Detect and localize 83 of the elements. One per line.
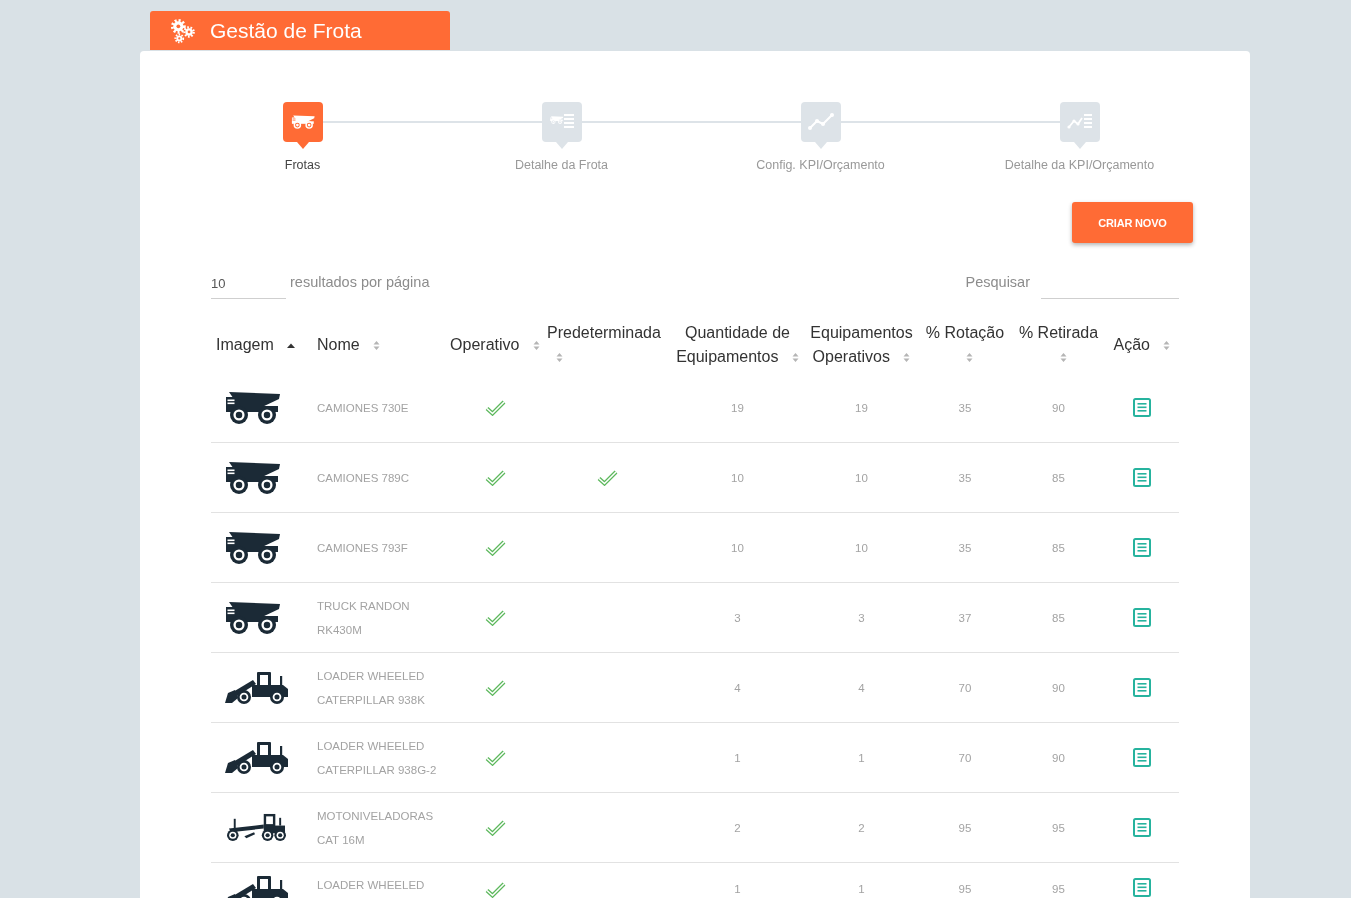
page-size-label: resultados por página	[290, 273, 430, 292]
dump-truck-icon[interactable]	[282, 102, 323, 149]
sort-icon[interactable]	[373, 340, 381, 352]
rotation-percent: 95	[958, 821, 972, 834]
column-header[interactable]: Equipamentos Operativos	[805, 317, 918, 373]
wheel-loader-icon	[225, 741, 289, 774]
sort-icon[interactable]	[556, 352, 563, 364]
operative-count: 1	[858, 883, 865, 895]
equipment-count: 10	[731, 471, 744, 484]
rotation-percent: 35	[958, 401, 972, 414]
fleet-name: CAMIONES 730E	[317, 401, 409, 414]
rotation-percent: 95	[958, 883, 972, 895]
gears-icon	[170, 17, 196, 44]
list-icon[interactable]	[1133, 608, 1151, 627]
equipment-count: 19	[731, 401, 744, 414]
withdrawal-percent: 90	[1052, 681, 1065, 694]
column-header[interactable]: Nome	[305, 317, 445, 373]
operative-count: 3	[858, 611, 865, 624]
withdrawal-percent: 85	[1052, 541, 1065, 554]
fleet-name: TRUCK RANDON RK430M	[317, 599, 410, 636]
equipment-count: 2	[734, 821, 741, 834]
list-icon[interactable]	[1133, 468, 1151, 487]
wheel-loader-icon	[225, 671, 289, 704]
equipment-count: 1	[734, 751, 741, 764]
column-header[interactable]: % Rotação	[918, 317, 1012, 373]
line-chart-icon[interactable]	[800, 102, 841, 149]
list-icon[interactable]	[1133, 398, 1151, 417]
page-title: Gestão de Frota	[210, 18, 362, 43]
operative-count: 10	[855, 541, 868, 554]
list-icon[interactable]	[1133, 878, 1151, 897]
sort-ascending-icon[interactable]	[287, 343, 296, 349]
fleet-name: LOADER WHEELED	[317, 879, 425, 891]
operative-count: 19	[855, 401, 868, 414]
list-icon[interactable]	[1133, 678, 1151, 697]
withdrawal-percent: 95	[1052, 883, 1065, 895]
operative-count: 2	[858, 821, 865, 834]
list-icon[interactable]	[1133, 818, 1151, 837]
column-header[interactable]: Quantidade de Equipamentos	[670, 317, 805, 373]
fleet-name: LOADER WHEELED CATERPILLAR 938K	[317, 669, 425, 706]
fleet-name: CAMIONES 793F	[317, 541, 408, 554]
page-size-field[interactable]: 10	[211, 268, 286, 299]
sort-icon[interactable]	[1163, 340, 1171, 352]
rotation-percent: 70	[958, 751, 972, 764]
sort-icon[interactable]	[1059, 352, 1067, 364]
sort-icon[interactable]	[532, 340, 540, 352]
chart-list-icon[interactable]	[1059, 102, 1100, 149]
step-label[interactable]: Frotas	[284, 157, 321, 173]
rotation-percent: 35	[958, 541, 972, 554]
sort-icon[interactable]	[966, 352, 973, 364]
search-label: Pesquisar	[965, 273, 1030, 292]
dump-truck-icon	[225, 531, 281, 564]
equipment-count: 3	[734, 611, 741, 624]
equipment-count: 1	[734, 883, 741, 895]
rotation-percent: 37	[958, 611, 972, 624]
dump-truck-icon	[225, 601, 281, 634]
dump-truck-icon	[225, 391, 281, 424]
equipment-count: 4	[734, 681, 741, 694]
withdrawal-percent: 85	[1052, 471, 1065, 484]
fleet-name: CAMIONES 789C	[317, 471, 410, 484]
motor-grader-icon	[225, 813, 287, 842]
withdrawal-percent: 90	[1052, 401, 1065, 414]
withdrawal-percent: 90	[1052, 751, 1065, 764]
fleet-name: LOADER WHEELED CATERPILLAR 938G-2	[317, 739, 437, 776]
operative-count: 10	[855, 471, 868, 484]
sort-icon[interactable]	[791, 352, 799, 364]
sort-icon[interactable]	[903, 352, 911, 364]
operative-count: 4	[858, 681, 865, 694]
truck-list-icon[interactable]	[541, 102, 582, 149]
column-header[interactable]: Predeterminada	[545, 317, 670, 373]
operative-count: 1	[858, 751, 865, 764]
rotation-percent: 70	[958, 681, 972, 694]
withdrawal-percent: 85	[1052, 611, 1065, 624]
dump-truck-icon	[225, 461, 281, 494]
withdrawal-percent: 95	[1052, 821, 1065, 834]
rotation-percent: 35	[958, 471, 972, 484]
list-icon[interactable]	[1133, 538, 1151, 557]
column-header[interactable]: Operativo	[445, 317, 545, 373]
equipment-count: 10	[731, 541, 744, 554]
column-header[interactable]: Imagem	[211, 317, 305, 373]
column-header[interactable]: % Retirada	[1012, 317, 1105, 373]
list-icon[interactable]	[1133, 748, 1151, 767]
column-header[interactable]: Ação	[1105, 317, 1179, 373]
fleet-name: MOTONIVELADORAS CAT 16M	[317, 809, 434, 846]
